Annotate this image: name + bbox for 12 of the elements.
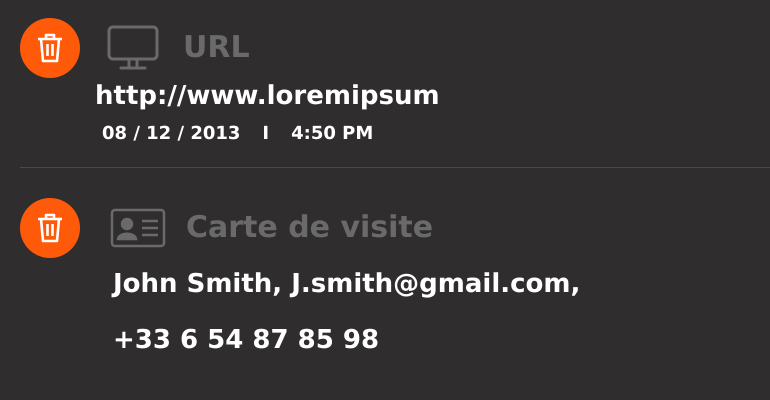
entry-text: +33 6 54 87 85 98 bbox=[113, 324, 380, 357]
separator: I bbox=[262, 122, 270, 146]
entry-text: http://www.loremipsum bbox=[95, 80, 441, 113]
monitor-icon bbox=[107, 25, 159, 71]
entry-title: URL bbox=[183, 33, 250, 63]
trash-icon bbox=[37, 213, 63, 243]
id-card-icon bbox=[110, 208, 166, 248]
entry-title: Carte de visite bbox=[186, 213, 434, 243]
trash-icon bbox=[37, 33, 63, 63]
entry-text: John Smith, J.smith@gmail.com, bbox=[113, 268, 582, 301]
entry-date: 08 / 12 / 2013 bbox=[102, 122, 240, 146]
entry-time: 4:50 PM bbox=[291, 122, 374, 146]
